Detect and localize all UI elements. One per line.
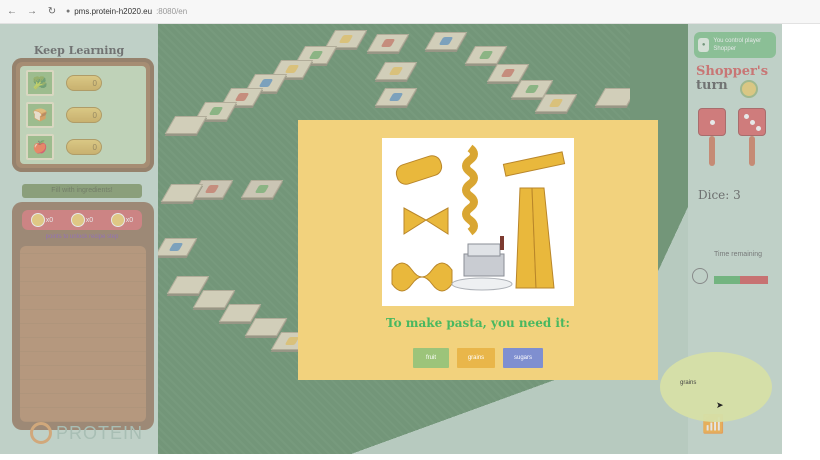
page-margin [782,24,820,454]
info-icon: ● [66,8,71,15]
question-modal: To make pasta, you need it: fruit grains… [298,120,658,380]
answer-options: fruit grains sugars [298,348,658,368]
pasta-image [382,138,574,306]
question-text: To make pasta, you need it: [386,316,570,330]
drag-bubble[interactable] [660,352,772,422]
url-path: :8080/en [156,7,188,16]
pasta-machine-icon [451,236,513,291]
answer-grains[interactable]: grains [457,348,495,368]
answer-fruit[interactable]: fruit [413,348,449,368]
pasta-illustration [391,144,566,292]
forward-icon[interactable]: → [26,6,38,18]
reload-icon[interactable]: ↻ [46,6,58,18]
browser-toolbar: ← → ↻ ● pms.protein-h2020.eu:8080/en [0,0,820,24]
address-bar[interactable]: ● pms.protein-h2020.eu:8080/en [66,7,187,16]
mouse-cursor-icon: ➤ [716,400,724,410]
back-icon[interactable]: ← [6,6,18,18]
answer-sugars[interactable]: sugars [503,348,543,368]
url-host: pms.protein-h2020.eu [74,7,153,16]
drag-label: grains [680,380,697,386]
